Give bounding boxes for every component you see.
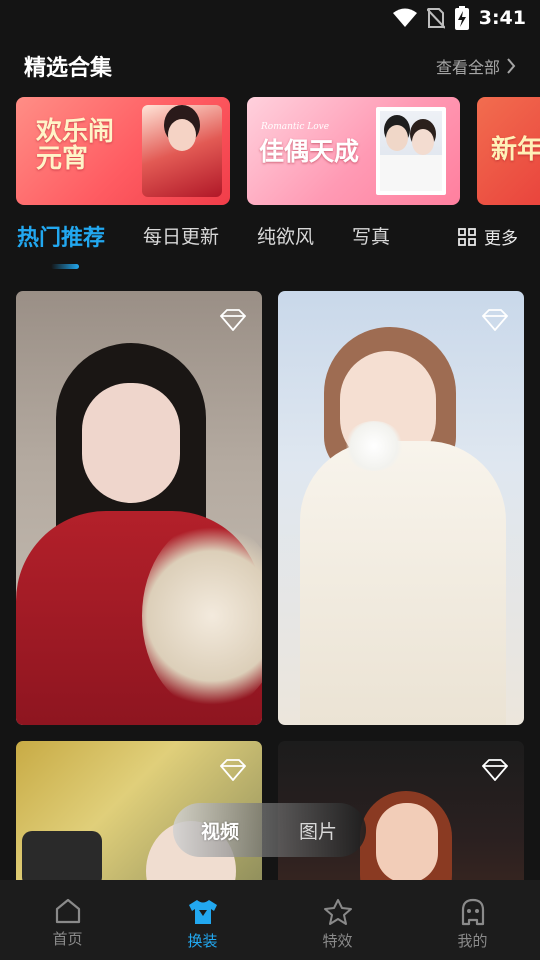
- banner-title: 欢乐闹元宵: [36, 117, 115, 175]
- nav-effects[interactable]: 特效: [270, 880, 405, 960]
- tshirt-icon: [188, 900, 217, 924]
- banner-title: 佳偶天成: [259, 137, 360, 166]
- tab-pure[interactable]: 纯欲风: [257, 222, 314, 249]
- template-card[interactable]: [278, 291, 524, 725]
- see-all-link[interactable]: 查看全部: [436, 54, 516, 78]
- wifi-icon: [392, 8, 417, 27]
- category-tabs: 热门推荐 每日更新 纯欲风 写真 更多: [17, 220, 518, 269]
- toggle-picture[interactable]: 图片: [299, 817, 337, 844]
- tab-daily[interactable]: 每日更新: [143, 222, 219, 249]
- battery-charging-icon: [454, 6, 469, 30]
- see-all-label: 查看全部: [435, 58, 500, 77]
- profile-icon: [461, 898, 484, 926]
- nav-dressup[interactable]: 换装: [135, 880, 270, 960]
- home-icon: [55, 898, 80, 924]
- collection-title: 精选合集: [24, 56, 113, 81]
- tab-hot[interactable]: 热门推荐: [17, 220, 105, 252]
- active-tab-indicator: [51, 264, 79, 269]
- bottom-nav: 首页 换装 特效 我的: [0, 880, 540, 960]
- collection-banner[interactable]: 新年: [477, 97, 540, 205]
- banner-photo: [142, 105, 222, 197]
- collection-carousel[interactable]: 欢乐闹元宵 Romantic Love 佳偶天成 新年: [16, 97, 540, 207]
- tab-portrait[interactable]: 写真: [352, 222, 390, 249]
- diamond-icon: [220, 309, 246, 331]
- nav-profile[interactable]: 我的: [405, 880, 540, 960]
- diamond-icon: [220, 759, 246, 781]
- banner-photo: [376, 107, 446, 195]
- nav-home[interactable]: 首页: [0, 880, 135, 960]
- collection-banner[interactable]: Romantic Love 佳偶天成: [247, 97, 460, 205]
- status-bar: 3:41: [0, 0, 540, 38]
- nav-dressup-label: 换装: [187, 932, 218, 950]
- star-icon: [323, 899, 352, 925]
- diamond-icon: [482, 309, 508, 331]
- nav-home-label: 首页: [52, 930, 83, 948]
- nav-effects-label: 特效: [322, 932, 353, 950]
- chevron-right-icon: [507, 58, 516, 74]
- diamond-icon: [482, 759, 508, 781]
- toggle-video[interactable]: 视频: [201, 817, 239, 844]
- grid-icon: [458, 227, 476, 246]
- banner-subtitle: Romantic Love: [261, 122, 330, 132]
- nav-profile-label: 我的: [457, 932, 488, 950]
- more-label: 更多: [484, 229, 518, 249]
- media-type-toggle: 视频 图片: [173, 803, 366, 857]
- template-card[interactable]: [16, 291, 262, 725]
- more-button[interactable]: 更多: [458, 224, 518, 249]
- collection-header: 精选合集 查看全部: [24, 48, 516, 84]
- collection-banner[interactable]: 欢乐闹元宵: [16, 97, 230, 205]
- banner-title: 新年: [491, 135, 540, 165]
- no-sim-icon: [426, 8, 445, 29]
- status-time: 3:41: [478, 7, 526, 29]
- status-icons: 3:41: [392, 6, 526, 30]
